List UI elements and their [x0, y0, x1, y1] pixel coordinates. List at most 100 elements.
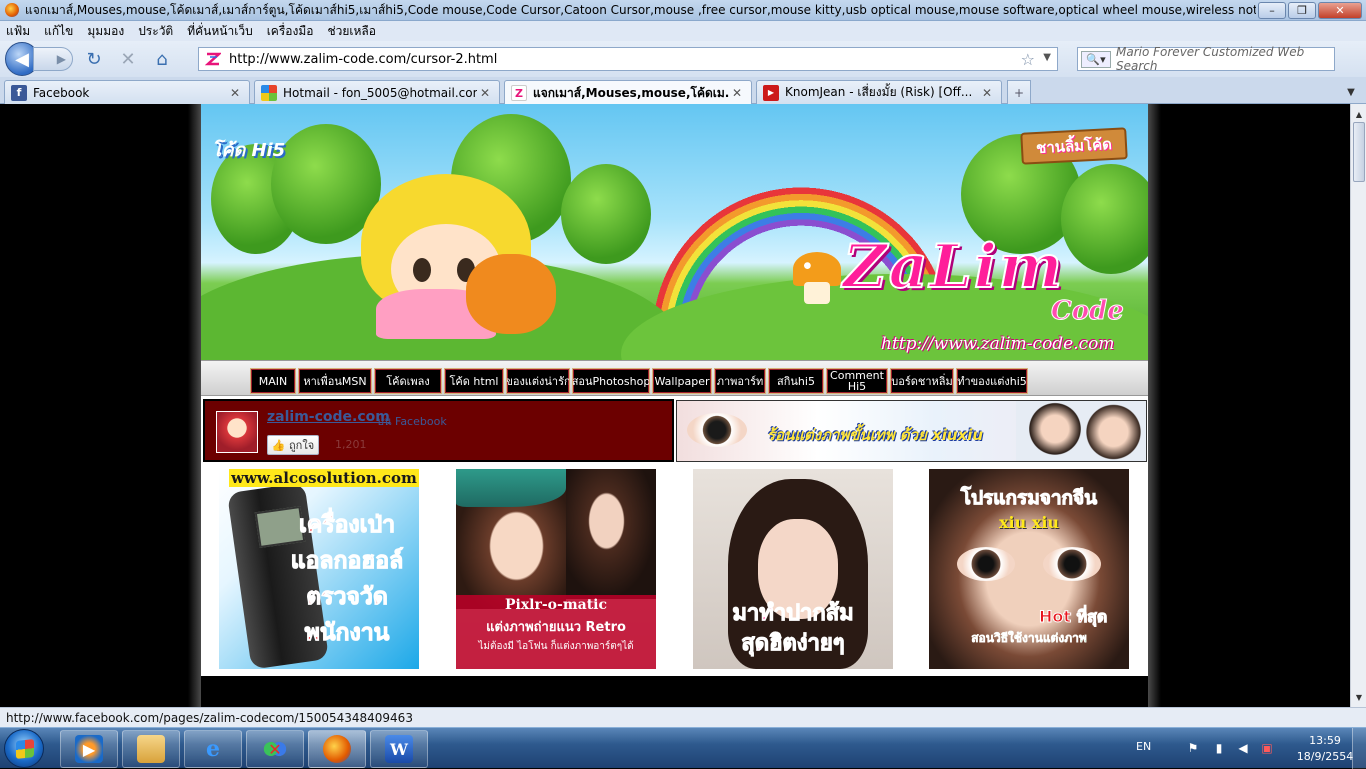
girl-photo: [566, 469, 656, 599]
messenger-icon: ✕: [261, 735, 289, 763]
nav-html-code[interactable]: โค้ด html: [444, 368, 504, 394]
nav-photoshop[interactable]: สอนPhotoshop: [572, 368, 650, 394]
taskbar-firefox[interactable]: [308, 730, 366, 768]
scroll-thumb[interactable]: [1353, 122, 1365, 182]
scroll-up-icon[interactable]: ▲: [1352, 106, 1366, 122]
taskbar-internet-explorer[interactable]: e: [184, 730, 242, 768]
tab-close-icon[interactable]: ✕: [227, 86, 243, 100]
tab-label: Hotmail - fon_5005@hotmail.com - ...: [283, 85, 477, 100]
bookmark-star-icon[interactable]: ☆: [1021, 50, 1035, 69]
mushroom-house-illustration: [793, 252, 841, 286]
new-tab-button[interactable]: +: [1007, 80, 1031, 104]
language-indicator[interactable]: EN: [1136, 740, 1151, 753]
zalim-favicon-icon: [205, 52, 221, 66]
forward-button[interactable]: ▶: [33, 47, 73, 71]
nav-board[interactable]: บอร์ดชาหลิ่ม: [890, 368, 954, 394]
tile-headline: โปรแกรมจากจีน: [960, 487, 1098, 510]
ad-banner-text: ร้อนแต่งภาพขั้นเทพ ด้วย xiuxiu: [767, 426, 984, 444]
home-button[interactable]: ⌂: [149, 46, 175, 72]
cartoon-cat-illustration: [466, 254, 556, 334]
taskbar-explorer[interactable]: [122, 730, 180, 768]
tab-close-icon[interactable]: ✕: [729, 86, 745, 100]
page-shadow-right: [1148, 104, 1161, 707]
window-title-bar: แจกเมาส์,Mouses,mouse,โค้ดเมาส์,เมาส์การ…: [0, 0, 1366, 21]
nav-music-code[interactable]: โค้ดเพลง: [374, 368, 442, 394]
menu-file[interactable]: แฟ้ม: [6, 22, 30, 41]
scroll-down-icon[interactable]: ▼: [1352, 689, 1366, 705]
minimize-button[interactable]: –: [1258, 1, 1286, 19]
network-icon[interactable]: ▮: [1212, 741, 1226, 755]
tab-zalim-code[interactable]: Z แจกเมาส์,Mouses,mouse,โค้ดเม... ✕: [504, 80, 752, 105]
nav-main[interactable]: MAIN: [250, 368, 296, 394]
cap-photo: [456, 469, 566, 507]
menu-bar: แฟ้ม แก้ไข มุมมอง ประวัติ ที่คั่นหน้าเว็…: [0, 21, 1366, 41]
tree-illustration: [1061, 164, 1148, 274]
tile-note: ไม่ต้องมี ไอโฟน ก็แต่งภาพอาร์ตๆได้: [478, 641, 634, 652]
sign-chalim-code: ชานลิ้มโค้ด: [1020, 127, 1128, 165]
menu-help[interactable]: ช่วยเหลือ: [327, 22, 376, 41]
url-bar[interactable]: http://www.zalim-code.com/cursor-2.html …: [198, 47, 1058, 71]
list-all-tabs-button[interactable]: ▼: [1341, 83, 1361, 101]
action-center-flag-icon[interactable]: ⚑: [1186, 741, 1200, 755]
tile-note: สอนวิธีใช้งานแต่งภาพ: [971, 631, 1087, 646]
tile-xiuxiu-program[interactable]: โปรแกรมจากจีน xiu xiu Hot ที่สุด สอนวิธี…: [929, 469, 1129, 669]
menu-tools[interactable]: เครื่องมือ: [267, 22, 314, 41]
eye-photo: [1043, 547, 1101, 581]
facebook-page-link[interactable]: zalim-code.com: [267, 409, 390, 425]
url-text: http://www.zalim-code.com/cursor-2.html: [229, 51, 498, 67]
clock-date[interactable]: 18/9/2554: [1290, 750, 1360, 763]
xiuxiu-ad-banner[interactable]: ร้อนแต่งภาพขั้นเทพ ด้วย xiuxiu: [676, 400, 1147, 462]
windows-logo-icon: [16, 739, 34, 759]
zalim-logo-code: Code: [1051, 296, 1125, 327]
tab-close-icon[interactable]: ✕: [477, 86, 493, 100]
tile-pixlr-o-matic[interactable]: Pixlr-o-matic แต่งภาพถ่ายแนว Retro ไม่ต้…: [456, 469, 656, 669]
tile-alcohol-tester[interactable]: www.alcosolution.com เครื่องเป่าแอลกอฮอล…: [219, 469, 419, 669]
reload-button[interactable]: ↻: [81, 46, 107, 72]
stop-button[interactable]: ✕: [115, 46, 141, 72]
like-count: 1,201: [335, 438, 367, 451]
menu-bookmarks[interactable]: ที่คั่นหน้าเว็บ: [187, 22, 252, 41]
nav-wallpaper[interactable]: Wallpaper: [652, 368, 712, 394]
facebook-like-button[interactable]: 👍 ถูกใจ: [267, 435, 319, 455]
taskbar-word[interactable]: W: [370, 730, 428, 768]
ad-faces-photo: [1016, 401, 1146, 461]
nav-find-msn[interactable]: หาเพื่อนMSN: [298, 368, 372, 394]
site-banner[interactable]: โค้ด Hi5 ชานลิ้มโค้ด ZaLim Code http://w…: [201, 104, 1148, 360]
search-engine-icon[interactable]: 🔍▾: [1081, 51, 1111, 68]
url-dropdown-icon[interactable]: ▼: [1043, 52, 1051, 63]
tile-subtitle: แต่งภาพถ่ายแนว Retro: [486, 620, 626, 635]
menu-view[interactable]: มุมมอง: [87, 22, 124, 41]
tile-orange-lips[interactable]: มาทำปากส้ม สุดฮิตง่ายๆ: [693, 469, 893, 669]
tab-youtube[interactable]: ▶ KnomJean - เสี่ยงมั้ย (Risk) [Off... ✕: [756, 80, 1002, 104]
search-bar[interactable]: 🔍▾ Mario Forever Customized Web Search: [1077, 45, 1335, 73]
battery-warning-icon[interactable]: ▣: [1260, 741, 1274, 755]
show-desktop-button[interactable]: [1352, 728, 1366, 769]
system-tray: EN ⚑ ▮ ◀ ▣ 13:59 18/9/2554: [1130, 728, 1366, 769]
start-button[interactable]: [4, 729, 44, 768]
tab-hotmail[interactable]: Hotmail - fon_5005@hotmail.com - ... ✕: [254, 80, 500, 104]
firefox-icon: [323, 735, 351, 763]
restore-button[interactable]: ❐: [1288, 1, 1316, 19]
tab-facebook[interactable]: f Facebook ✕: [4, 80, 250, 104]
nav-hi5-skin[interactable]: สกินhi5: [768, 368, 824, 394]
page-viewport: โค้ด Hi5 ชานลิ้มโค้ด ZaLim Code http://w…: [0, 104, 1350, 707]
tab-close-icon[interactable]: ✕: [979, 86, 995, 100]
vertical-scrollbar[interactable]: ▲ ▼: [1350, 104, 1366, 707]
windows-taskbar: ▶ e ✕ W EN ⚑ ▮ ◀ ▣ 13:59 18/9/2554: [0, 727, 1366, 769]
search-placeholder: Mario Forever Customized Web Search: [1116, 45, 1305, 73]
tab-label: KnomJean - เสี่ยงมั้ย (Risk) [Off...: [785, 85, 973, 99]
menu-edit[interactable]: แก้ไข: [44, 22, 73, 41]
volume-icon[interactable]: ◀: [1236, 741, 1250, 755]
tile-hot-label: Hot ที่สุด: [1038, 607, 1108, 627]
zalim-avatar[interactable]: [216, 411, 258, 453]
menu-history[interactable]: ประวัติ: [138, 22, 173, 41]
on-facebook-link[interactable]: บน Facebook: [377, 412, 447, 430]
nav-make-hi5[interactable]: ทำของแต่งhi5: [956, 368, 1028, 394]
nav-comment-hi5[interactable]: Comment Hi5: [826, 368, 888, 394]
close-window-button[interactable]: ✕: [1318, 1, 1362, 19]
nav-cute-items[interactable]: ของแต่งน่ารัก: [506, 368, 570, 394]
taskbar-media-player[interactable]: ▶: [60, 730, 118, 768]
clock-time[interactable]: 13:59: [1290, 734, 1360, 747]
nav-art[interactable]: ภาพอาร์ท: [714, 368, 766, 394]
taskbar-messenger[interactable]: ✕: [246, 730, 304, 768]
